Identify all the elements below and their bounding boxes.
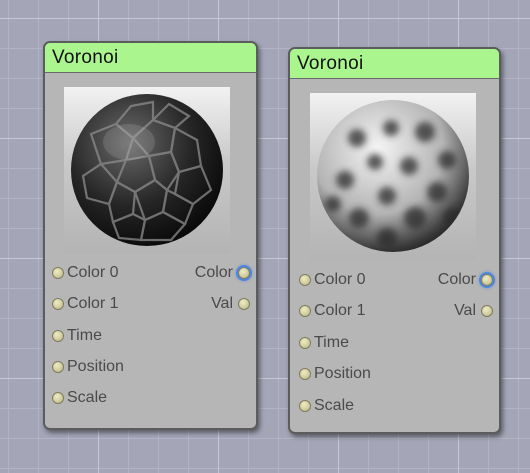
node-preview [64,87,230,253]
voronoi-sphere-preview-dark [71,94,223,246]
input-label: Color 1 [67,295,119,312]
node-title[interactable]: Voronoi [290,49,499,79]
input-label: Color 1 [314,302,366,319]
socket-dot-icon[interactable] [299,400,311,412]
socket-dot-icon[interactable] [52,330,64,342]
socket-dot-icon[interactable] [481,274,493,286]
input-socket-scale[interactable]: Scale [52,388,107,408]
socket-dot-icon[interactable] [481,305,493,317]
input-socket-position[interactable]: Position [52,357,124,377]
output-socket-val[interactable]: Val [454,301,493,321]
input-label: Time [314,334,349,351]
output-label: Color [437,271,476,288]
input-socket-color-0[interactable]: Color 0 [299,270,366,290]
input-socket-time[interactable]: Time [52,326,102,346]
input-label: Color 0 [314,271,366,288]
input-label: Position [314,365,371,382]
input-label: Scale [67,389,108,406]
input-socket-position[interactable]: Position [299,364,371,384]
input-socket-time[interactable]: Time [299,333,349,353]
node-title[interactable]: Voronoi [45,43,256,73]
output-socket-val[interactable]: Val [211,294,250,314]
input-label: Position [67,358,124,375]
output-socket-color[interactable]: Color [438,270,493,290]
output-label: Val [454,302,476,319]
voronoi-node-1[interactable]: Voronoi Color 0 Color 1 Time Position Sc… [43,41,258,430]
socket-dot-icon[interactable] [238,267,250,279]
input-socket-scale[interactable]: Scale [299,396,354,416]
socket-dot-icon[interactable] [299,337,311,349]
socket-dot-icon[interactable] [299,305,311,317]
socket-dot-icon[interactable] [299,368,311,380]
socket-dot-icon[interactable] [238,298,250,310]
input-label: Color 0 [67,264,119,281]
input-label: Time [67,327,102,344]
socket-dot-icon[interactable] [52,361,64,373]
socket-dot-icon[interactable] [52,392,64,404]
output-socket-color[interactable]: Color [195,263,250,283]
input-label: Scale [314,397,355,414]
socket-dot-icon[interactable] [52,267,64,279]
input-socket-color-1[interactable]: Color 1 [52,294,119,314]
output-label: Val [211,295,233,312]
voronoi-node-2[interactable]: Voronoi Color 0 Color 1 Time Position Sc… [288,47,501,434]
socket-dot-icon[interactable] [52,298,64,310]
input-socket-color-1[interactable]: Color 1 [299,301,366,321]
voronoi-sphere-preview-light [317,100,469,252]
input-socket-color-0[interactable]: Color 0 [52,263,119,283]
output-label: Color [194,264,233,281]
node-preview [310,93,476,259]
socket-dot-icon[interactable] [299,274,311,286]
